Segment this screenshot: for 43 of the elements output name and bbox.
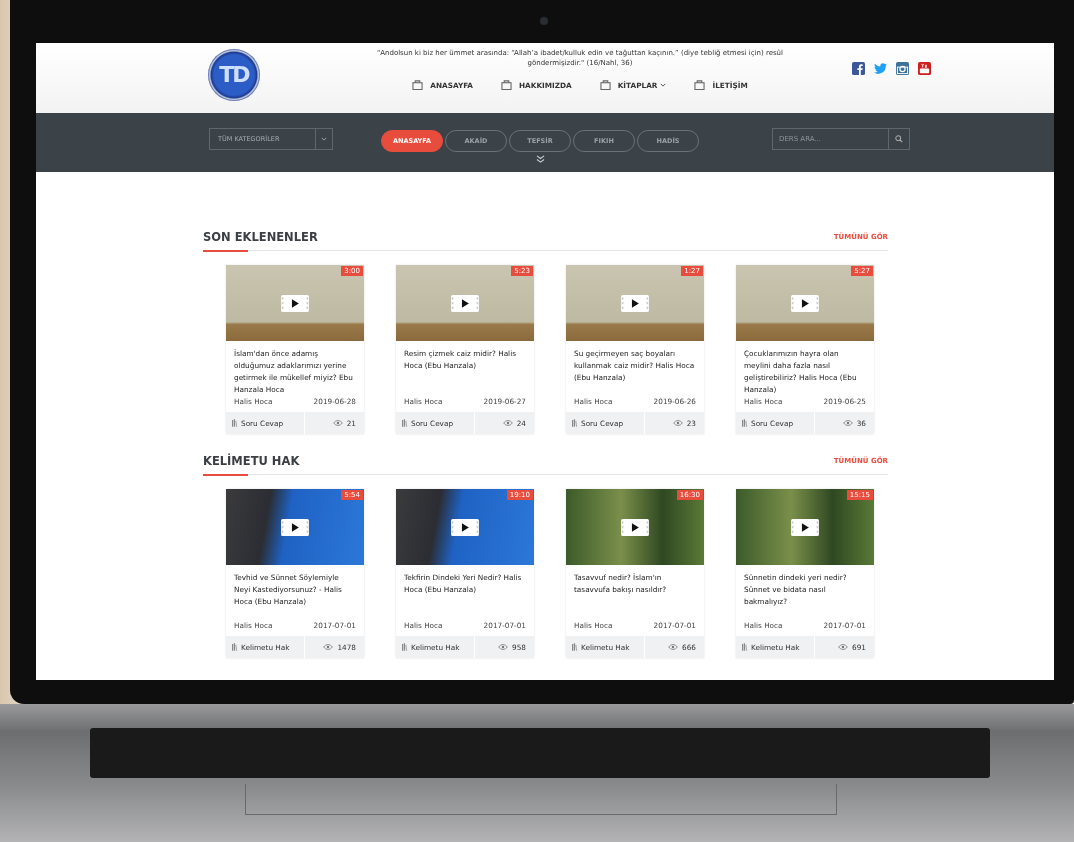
title-underline (203, 474, 248, 476)
eye-icon (842, 420, 853, 426)
eye-icon (502, 420, 513, 426)
play-icon[interactable] (791, 518, 819, 536)
youtube-icon[interactable] (918, 62, 931, 75)
bag-icon (599, 80, 611, 90)
play-icon[interactable] (621, 294, 649, 312)
play-icon[interactable] (281, 294, 309, 312)
site-logo[interactable]: TD (208, 49, 260, 101)
eye-icon (668, 644, 679, 650)
bag-icon (694, 80, 706, 90)
bag-icon (500, 80, 512, 90)
eye-icon (672, 420, 683, 426)
camera-icon (540, 17, 548, 25)
section-title: SON EKLENENLER (203, 230, 318, 244)
books-icon (232, 419, 238, 427)
books-icon (572, 419, 578, 427)
books-icon (402, 419, 408, 427)
section-title: KELİMETU HAK (203, 454, 300, 468)
double-chevron-down-icon[interactable] (535, 155, 545, 163)
facebook-icon[interactable] (852, 62, 865, 75)
books-icon (742, 643, 748, 651)
books-icon (232, 643, 238, 651)
caret-icon (660, 83, 667, 87)
eye-icon (838, 644, 849, 650)
play-icon[interactable] (791, 294, 819, 312)
books-icon (742, 419, 748, 427)
instagram-icon[interactable] (896, 62, 909, 75)
books-icon (572, 643, 578, 651)
play-icon[interactable] (451, 518, 479, 536)
books-icon (402, 643, 408, 651)
eye-icon (332, 420, 343, 426)
search-button[interactable] (889, 128, 910, 150)
title-underline (203, 250, 248, 252)
play-icon[interactable] (451, 294, 479, 312)
bag-icon (412, 80, 424, 90)
play-icon[interactable] (621, 518, 649, 536)
chevron-down-icon (321, 137, 327, 141)
twitter-icon[interactable] (874, 62, 887, 75)
eye-icon (498, 644, 509, 650)
eye-icon (323, 644, 334, 650)
search-icon (895, 135, 903, 143)
play-icon[interactable] (281, 518, 309, 536)
